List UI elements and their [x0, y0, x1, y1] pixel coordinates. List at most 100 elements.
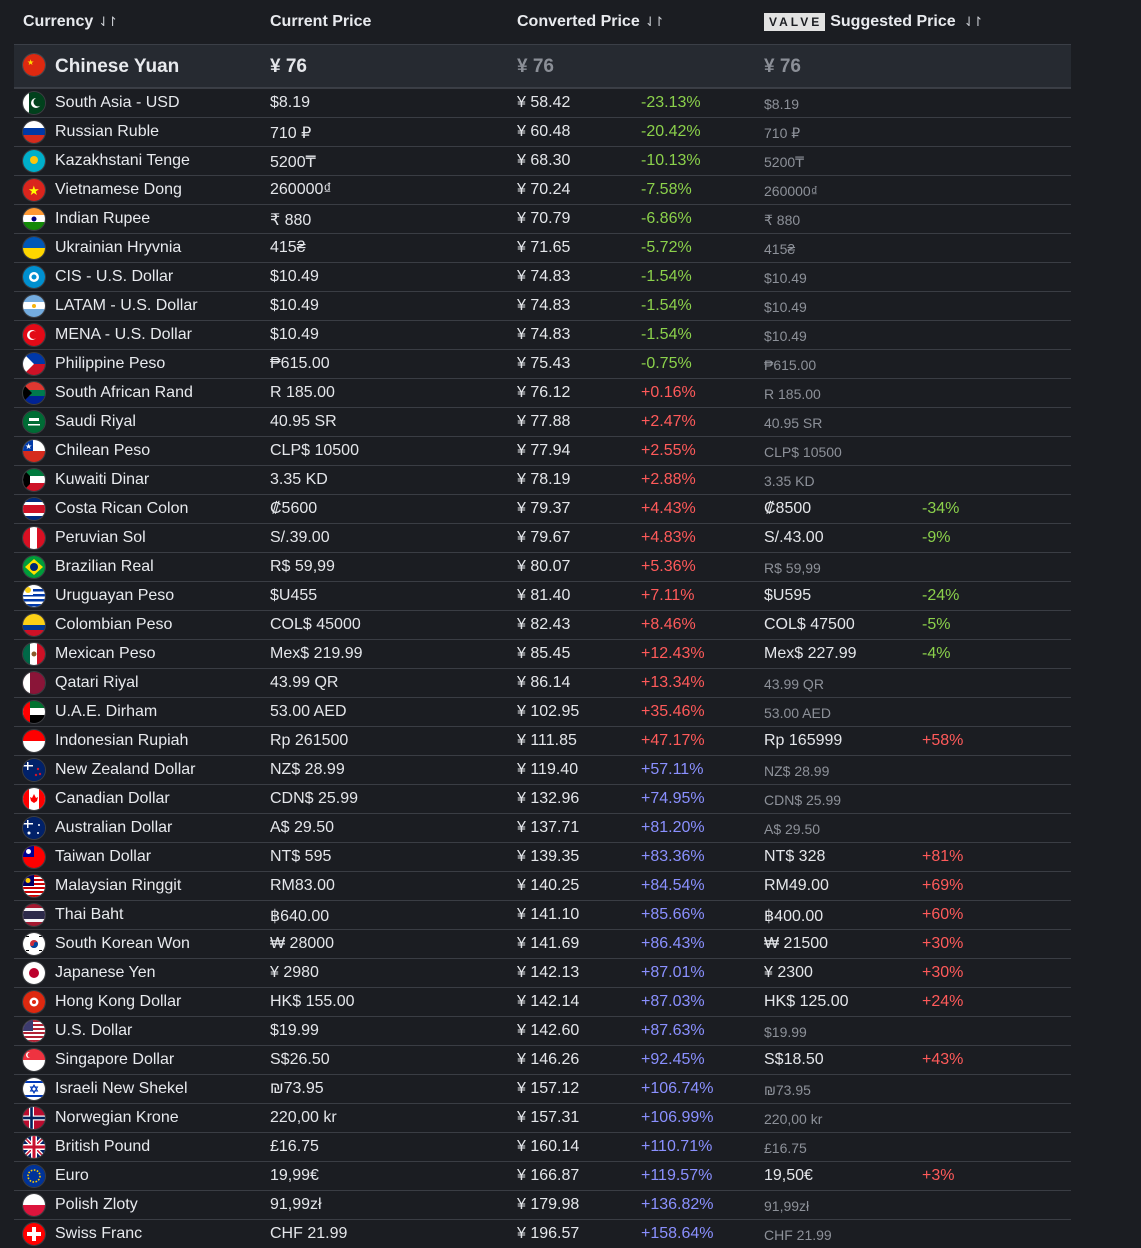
currency-name: Japanese Yen — [55, 964, 156, 981]
flag-icon — [23, 614, 45, 636]
current-price: 710 ₽ — [270, 125, 312, 142]
price-difference: +4.83% — [641, 529, 696, 546]
converted-price: ¥ 77.94 — [517, 442, 571, 459]
suggested-price: 710 ₽ — [764, 125, 801, 141]
suggested-price: ₡8500 — [764, 500, 812, 517]
currency-name: Euro — [55, 1167, 89, 1184]
valve-logo: VALVE — [764, 13, 826, 31]
current-price: 3.35 KD — [270, 471, 328, 488]
flag-icon — [23, 469, 45, 491]
flag-icon — [23, 1165, 45, 1187]
converted-price: ¥ 179.98 — [517, 1196, 580, 1213]
sort-icon: ⇃↾ — [963, 14, 984, 29]
current-price: HK$ 155.00 — [270, 993, 355, 1010]
currency-name: Canadian Dollar — [55, 790, 170, 807]
currency-price-table: Currency ⇃↾ Current Price Converted Pric… — [14, 0, 1071, 1248]
table-row: Singapore Dollar S$26.50 ¥ 146.26 +92.45% S$… — [14, 1045, 1071, 1074]
currency-name: U.S. Dollar — [55, 1022, 133, 1039]
price-difference: +2.88% — [641, 471, 696, 488]
currency-name: Vietnamese Dong — [55, 181, 182, 198]
current-price: NT$ 595 — [270, 848, 332, 865]
price-difference: -20.42% — [641, 123, 701, 140]
currency-name: Qatari Riyal — [55, 674, 139, 691]
suggested-difference: -4% — [922, 645, 951, 662]
current-price: ₱615.00 — [270, 355, 330, 372]
sort-currency-button[interactable]: Currency ⇃↾ — [23, 13, 118, 31]
converted-price: ¥ 76 — [517, 56, 554, 77]
flag-icon — [23, 1136, 45, 1158]
flag-icon — [23, 962, 45, 984]
currency-name: Australian Dollar — [55, 819, 173, 836]
suggested-price: ₹ 880 — [764, 212, 801, 228]
table-row: Swiss Franc CHF 21.99 ¥ 196.57 +158.64% CHF … — [14, 1219, 1071, 1248]
suggested-price: Mex$ 227.99 — [764, 645, 857, 662]
converted-price: ¥ 196.57 — [517, 1225, 580, 1242]
flag-icon — [23, 788, 45, 810]
current-price: ¥ 2980 — [270, 964, 319, 981]
suggested-difference: +69% — [922, 877, 964, 894]
flag-icon — [23, 295, 45, 317]
currency-name: Costa Rican Colon — [55, 500, 189, 517]
currency-name: Uruguayan Peso — [55, 587, 175, 604]
flag-icon — [23, 672, 45, 694]
flag-icon — [23, 411, 45, 433]
currency-name: LATAM - U.S. Dollar — [55, 297, 198, 314]
svg-text:★: ★ — [27, 58, 34, 67]
price-difference: +86.43% — [641, 935, 705, 952]
currency-name: Indian Rupee — [55, 210, 151, 227]
table-row: Costa Rican Colon ₡5600 ¥ 79.37 +4.43% ₡8500… — [14, 494, 1071, 523]
flag-icon — [23, 556, 45, 578]
suggested-difference: -5% — [922, 616, 951, 633]
current-price-header-label: Current Price — [270, 13, 372, 30]
suggested-price: S$18.50 — [764, 1051, 824, 1068]
current-price: CDN$ 25.99 — [270, 790, 359, 807]
table-row: Uruguayan Peso $U455 ¥ 81.40 +7.11% $U595 -24… — [14, 581, 1071, 610]
currency-name: Ukrainian Hryvnia — [55, 239, 182, 256]
suggested-price: CDN$ 25.99 — [764, 792, 842, 808]
suggested-price: 415₴ — [764, 241, 796, 257]
converted-price: ¥ 146.26 — [517, 1051, 580, 1068]
table-row: Ukrainian Hryvnia 415₴ ¥ 71.65 -5.72% 415₴ — [14, 233, 1071, 262]
suggested-price: £16.75 — [764, 1140, 807, 1156]
table-row: Thai Baht ฿640.00 ¥ 141.10 +85.66% ฿400.00 +6… — [14, 900, 1071, 929]
suggested-difference: +43% — [922, 1051, 964, 1068]
price-difference: +84.54% — [641, 877, 705, 894]
converted-price: ¥ 142.13 — [517, 964, 580, 981]
current-price: ₡5600 — [270, 500, 318, 517]
currency-name: Colombian Peso — [55, 616, 173, 633]
suggested-price: ₪73.95 — [764, 1082, 811, 1098]
flag-icon — [23, 266, 45, 288]
suggested-difference: +58% — [922, 732, 964, 749]
current-price: A$ 29.50 — [270, 819, 335, 836]
svg-text:★: ★ — [28, 183, 40, 198]
current-price: ₹ 880 — [270, 212, 312, 229]
currency-name: Indonesian Rupiah — [55, 732, 189, 749]
price-difference: +81.20% — [641, 819, 705, 836]
suggested-price: 53.00 AED — [764, 705, 831, 721]
flag-icon — [23, 382, 45, 404]
converted-price: ¥ 79.67 — [517, 529, 571, 546]
sort-converted-price-button[interactable]: Converted Price ⇃↾ — [517, 13, 664, 31]
currency-name: Thai Baht — [55, 906, 124, 923]
converted-price: ¥ 86.14 — [517, 674, 571, 691]
sort-suggested-price-button[interactable]: VALVE Suggested Price ⇃↾ — [764, 13, 984, 31]
suggested-price: 5200₸ — [764, 154, 805, 170]
converted-price: ¥ 142.60 — [517, 1022, 580, 1039]
current-price: R$ 59,99 — [270, 558, 335, 575]
currency-name: South Korean Won — [55, 935, 190, 952]
flag-icon: ★ — [23, 54, 45, 76]
currency-name: Swiss Franc — [55, 1225, 143, 1242]
suggested-price: 91,99zł — [764, 1198, 810, 1214]
currency-name: Brazilian Real — [55, 558, 154, 575]
converted-price: ¥ 70.24 — [517, 181, 571, 198]
price-difference: +87.63% — [641, 1022, 705, 1039]
table-row: Norwegian Krone 220,00 kr ¥ 157.31 +106.99%… — [14, 1103, 1071, 1132]
suggested-price: $8.19 — [764, 96, 800, 112]
converted-price: ¥ 77.88 — [517, 413, 571, 430]
table-row: Saudi Riyal 40.95 SR ¥ 77.88 +2.47% 40.95 SR — [14, 407, 1071, 436]
flag-icon — [23, 759, 45, 781]
current-price: 19,99€ — [270, 1167, 319, 1184]
price-difference: -0.75% — [641, 355, 692, 372]
price-difference: -1.54% — [641, 268, 692, 285]
table-row: Qatari Riyal 43.99 QR ¥ 86.14 +13.34% 43.99 … — [14, 668, 1071, 697]
